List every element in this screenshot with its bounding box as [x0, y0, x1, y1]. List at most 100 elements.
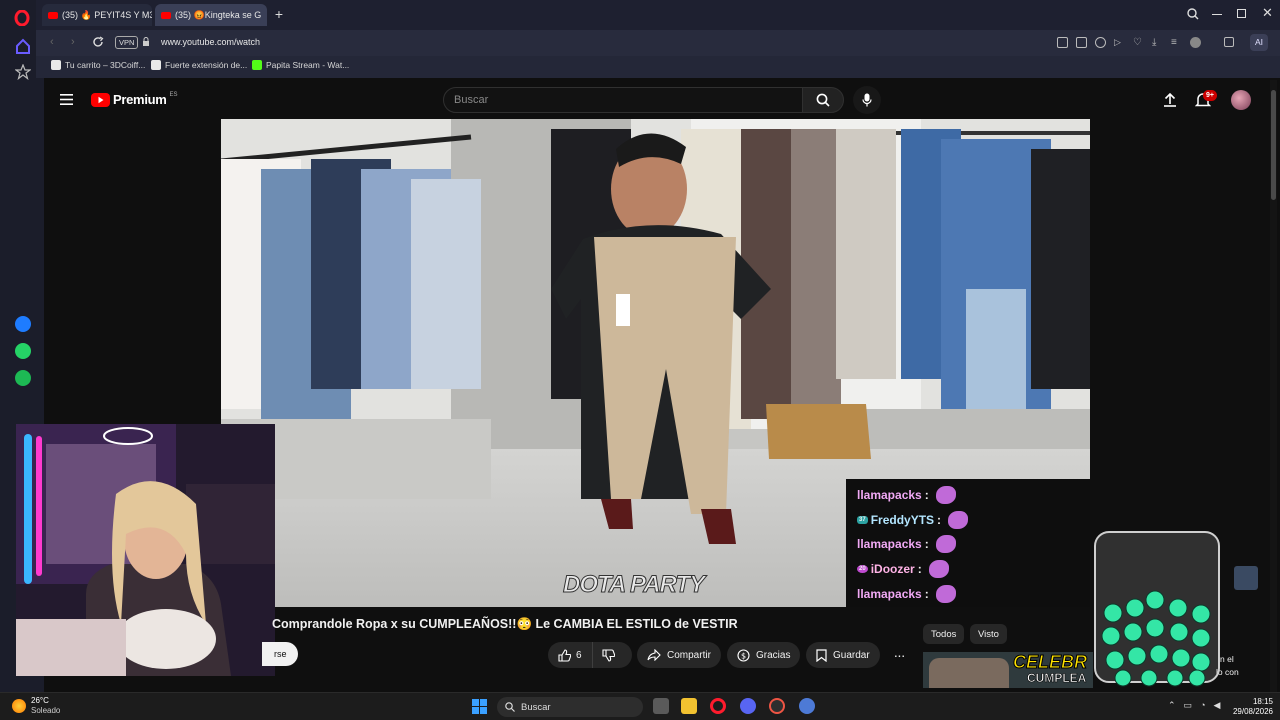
dislike-button[interactable] [593, 642, 624, 668]
task-view-icon[interactable] [653, 698, 669, 714]
side-avatar[interactable] [1234, 566, 1258, 590]
play-icon[interactable]: ▷ [1114, 37, 1125, 48]
search-input[interactable]: Buscar [443, 87, 803, 113]
chevron-up-icon[interactable]: ⌃ [1168, 700, 1176, 711]
bookmark-2-label: Fuerte extensión de... [165, 60, 248, 70]
emote-icon [935, 585, 956, 603]
account-avatar[interactable] [1231, 90, 1251, 110]
share-icon [647, 649, 661, 661]
file-explorer-icon[interactable] [681, 698, 697, 714]
webcam-overlay [16, 424, 275, 676]
youtube-logo-text: Premium [113, 92, 167, 107]
maximize-icon[interactable] [1237, 9, 1246, 18]
camera-icon[interactable] [1076, 37, 1087, 48]
messenger-icon[interactable] [15, 316, 31, 332]
bookmark-3[interactable]: Papita Stream - Wat... [252, 60, 349, 70]
network-icon[interactable]: ▭ [1184, 700, 1193, 711]
wifi-icon[interactable]: ◔ [1200, 700, 1205, 711]
system-tray: ⌃ ▭ ◔ ◀ [1168, 700, 1220, 711]
discord-icon[interactable] [740, 698, 756, 714]
chat-message: 37 FreddyYTS: [857, 511, 969, 529]
opera-taskbar-icon[interactable] [710, 698, 726, 714]
vpn-badge[interactable]: VPN [115, 36, 139, 49]
bookmark-icon [816, 648, 827, 662]
chat-username: FreddyYTS [870, 513, 935, 527]
save-button[interactable]: Guardar [806, 642, 880, 668]
youtube-favicon-icon [161, 11, 171, 19]
emote-icon [935, 486, 956, 504]
lock-icon [142, 37, 150, 47]
tab-search-icon[interactable] [1187, 8, 1199, 20]
weather-widget[interactable]: 26°C Soleado [12, 696, 60, 716]
bookmarks-star-icon[interactable] [15, 64, 31, 80]
profile-icon[interactable] [1190, 37, 1201, 48]
share-button[interactable]: Compartir [637, 642, 721, 668]
more-actions-button[interactable]: ··· [886, 642, 912, 668]
new-tab-plus-icon[interactable]: + [272, 7, 286, 22]
search-button[interactable] [802, 87, 844, 113]
chip-todos-label: Todos [931, 628, 957, 640]
aria-ai-button[interactable]: AI [1250, 34, 1269, 51]
forward-icon[interactable]: › [71, 36, 75, 48]
bookmark-favicon-icon [252, 60, 262, 70]
volume-icon[interactable]: ◀ [1214, 700, 1221, 711]
weather-text: 26°C Soleado [31, 696, 60, 716]
thumbnail-text-2: CUMPLEA [1027, 671, 1087, 686]
chat-username: llamapacks [857, 587, 922, 601]
app-icon[interactable] [769, 698, 785, 714]
tab-1[interactable]: (35) 🔥 PEYIT4S Y M3CHA [42, 4, 152, 26]
temperature: 26°C [31, 696, 49, 705]
minimize-icon[interactable] [1212, 14, 1222, 15]
recommended-thumbnail[interactable]: CELEBR CUMPLEA [923, 652, 1093, 688]
taskbar-search-label: Buscar [521, 701, 551, 713]
whatsapp-icon[interactable] [15, 343, 31, 359]
upload-icon[interactable] [1163, 93, 1177, 107]
hamburger-menu-icon[interactable] [60, 94, 73, 105]
tab-2-active[interactable]: (35) 😡Kingteka se G [155, 4, 267, 26]
download-icon[interactable]: ⤓ [1152, 37, 1163, 48]
chat-message: 20 iDoozer: [857, 560, 949, 578]
bookmark-favicon-icon [151, 60, 161, 70]
voice-search-button[interactable] [853, 86, 881, 114]
edit-icon[interactable] [1057, 37, 1068, 48]
url-text[interactable]: www.youtube.com/watch [161, 37, 260, 47]
svg-text:$: $ [741, 651, 746, 660]
back-icon[interactable]: ‹ [50, 36, 54, 48]
search-placeholder: Buscar [454, 94, 489, 106]
chat-username: iDoozer [870, 562, 915, 576]
bookmark-1-label: Tu carrito – 3DCoiff... [65, 60, 146, 70]
opera-logo-icon[interactable] [14, 10, 30, 26]
settings-gear-icon[interactable] [799, 698, 815, 714]
taskbar-search[interactable]: Buscar [497, 697, 643, 717]
clock[interactable]: 18:15 29/08/2026 [1227, 697, 1273, 717]
bookmark-2[interactable]: Fuerte extensión de... [151, 60, 247, 70]
extensions-icon[interactable] [1224, 37, 1234, 47]
subscribe-button[interactable]: rse [262, 642, 298, 666]
reload-icon[interactable] [92, 36, 104, 48]
chip-visto[interactable]: Visto [970, 624, 1007, 644]
bookmark-1[interactable]: Tu carrito – 3DCoiff... [51, 60, 145, 70]
menu-icon[interactable]: ≡ [1171, 37, 1182, 48]
emote-icon [935, 535, 956, 553]
page-scrollbar[interactable] [1270, 80, 1277, 692]
chip-todos[interactable]: Todos [923, 624, 965, 644]
thanks-dollar-icon: $ [737, 648, 750, 662]
jar-graphic [1094, 531, 1220, 687]
chat-message: llamapacks: [857, 486, 956, 504]
close-window-icon[interactable]: ✕ [1262, 6, 1274, 20]
like-button[interactable]: 6 [548, 642, 593, 668]
shield-icon[interactable] [1095, 37, 1106, 48]
chat-username: llamapacks [857, 488, 922, 502]
home-icon[interactable] [14, 38, 32, 54]
microphone-icon [862, 93, 872, 107]
windows-start-icon[interactable] [472, 699, 487, 714]
heart-icon[interactable]: ♡ [1133, 37, 1144, 48]
chat-colon: : [924, 587, 929, 601]
like-dislike-group: 6 [548, 642, 632, 668]
youtube-logo[interactable]: Premium ES [91, 92, 178, 107]
tab-2-label: (35) 😡Kingteka se G [175, 9, 262, 20]
thanks-button[interactable]: $ Gracias [727, 642, 801, 668]
spotify-icon[interactable] [15, 370, 31, 386]
scrollbar-thumb[interactable] [1271, 90, 1276, 200]
notification-count-badge: 9+ [1203, 90, 1217, 101]
